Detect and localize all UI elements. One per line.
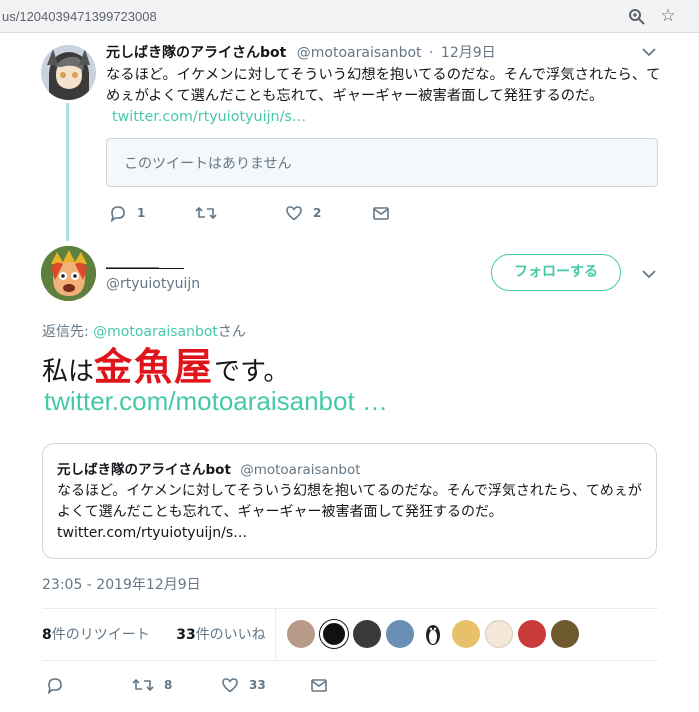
avatar-image <box>41 246 96 301</box>
quoted-display-name: 元しばき隊のアライさんbot <box>57 462 231 478</box>
tweet-link[interactable]: twitter.com/motoaraisanbot … <box>44 386 388 417</box>
liker-avatar[interactable] <box>551 620 579 648</box>
user-handle[interactable]: @rtyuiotyuijn <box>106 276 200 292</box>
quoted-tweet-text: なるほど。イケメンに対してそういう幻想を抱いてるのだな。そんで浮気されたら、てめ… <box>57 481 647 544</box>
liker-avatar[interactable] <box>419 620 447 648</box>
retweet-button[interactable] <box>195 204 217 222</box>
mail-icon <box>311 679 327 692</box>
unavailable-message: このツイートはありません <box>124 156 292 172</box>
reply-icon <box>47 678 62 694</box>
reply-suffix: さん <box>217 324 246 340</box>
retweet-icon <box>132 678 154 692</box>
reply-button[interactable] <box>46 676 64 694</box>
unavailable-tweet-card: このツイートはありません <box>106 138 658 187</box>
display-name[interactable]: 元しばき隊のアライさんbot <box>106 45 286 61</box>
tweet-text-red: 金魚屋 <box>94 345 215 389</box>
tweet-link[interactable]: twitter.com/rtyuiotyuijn/s… <box>112 109 306 125</box>
liker-avatar[interactable] <box>287 620 315 648</box>
tweet-text-part1: 私は <box>42 357 95 387</box>
url-field[interactable]: us/1204039471399723008 ☆ <box>0 2 688 30</box>
divider <box>42 660 658 661</box>
likes-label: 件のいいね <box>195 627 266 643</box>
avatar[interactable] <box>41 246 96 301</box>
penguin-icon <box>426 625 440 645</box>
heart-icon <box>286 206 302 221</box>
retweet-icon <box>195 206 217 220</box>
reply-button[interactable]: 1 <box>109 204 145 222</box>
heart-icon <box>222 678 238 693</box>
quoted-body-text: なるほど。イケメンに対してそういう幻想を抱いてるのだな。そんで浮気されたら、てめ… <box>57 483 642 520</box>
retweet-count: 8 <box>164 678 173 692</box>
quoted-tweet-header: 元しばき隊のアライさんbot @motoaraisanbot <box>57 458 361 478</box>
display-name[interactable]: ＿＿＿＿＿ <box>106 255 184 270</box>
likes-stat[interactable]: 33件のいいね <box>176 627 265 643</box>
tweet-stats: 8件のリツイート 33件のいいね <box>42 624 266 644</box>
tweet-text-part2: です。 <box>214 357 290 387</box>
replying-to: 返信先: @motoaraisanbotさん <box>42 321 246 341</box>
liker-avatar[interactable] <box>320 620 348 648</box>
zoom-icon[interactable] <box>628 8 646 26</box>
reply-icon <box>110 206 125 222</box>
reply-count: 1 <box>137 206 146 220</box>
user-handle[interactable]: @motoaraisanbot <box>297 45 422 61</box>
like-button[interactable]: 33 <box>221 676 266 694</box>
tweet-header: 元しばき隊のアライさんbot @motoaraisanbot · 12月9日 <box>106 42 496 62</box>
divider <box>42 608 658 609</box>
address-bar: us/1204039471399723008 ☆ <box>0 0 699 33</box>
dm-button[interactable] <box>310 676 328 694</box>
thread-line <box>66 103 69 241</box>
liker-avatar[interactable] <box>485 620 513 648</box>
liker-avatar[interactable] <box>386 620 414 648</box>
quoted-link: twitter.com/rtyuiotyuijn/s… <box>57 525 248 541</box>
like-count: 33 <box>249 678 266 692</box>
avatar[interactable] <box>41 45 96 100</box>
display-name-text[interactable]: ＿＿＿＿＿ <box>106 251 159 270</box>
avatar-image <box>41 45 96 100</box>
quoted-tweet-card[interactable]: 元しばき隊のアライさんbot @motoaraisanbot なるほど。イケメン… <box>42 443 657 559</box>
quoted-user-handle: @motoaraisanbot <box>240 462 361 478</box>
retweets-number: 8 <box>42 627 52 643</box>
follow-button[interactable]: フォローする <box>491 254 621 291</box>
liker-avatar[interactable] <box>452 620 480 648</box>
tweet-date[interactable]: 12月9日 <box>441 45 496 61</box>
likes-number: 33 <box>176 627 196 643</box>
separator-dot: · <box>429 45 434 61</box>
like-button[interactable]: 2 <box>285 204 321 222</box>
tweet-body-text: なるほど。イケメンに対してそういう幻想を抱いてるのだな。そんで浮気されたら、てめ… <box>106 67 661 104</box>
liker-avatar[interactable] <box>518 620 546 648</box>
bookmark-star-icon[interactable]: ☆ <box>658 6 678 26</box>
url-text[interactable]: us/1204039471399723008 <box>2 9 157 24</box>
reply-handle-link[interactable]: @motoaraisanbot <box>93 324 218 340</box>
retweet-button[interactable]: 8 <box>132 676 172 694</box>
reply-prefix: 返信先: <box>42 324 94 340</box>
retweets-stat[interactable]: 8件のリツイート <box>42 627 150 643</box>
tweet-text: なるほど。イケメンに対してそういう幻想を抱いてるのだな。そんで浮気されたら、てめ… <box>106 65 666 128</box>
tweet-timestamp[interactable]: 23:05 - 2019年12月9日 <box>42 574 201 594</box>
like-count: 2 <box>313 206 322 220</box>
mail-icon <box>373 207 389 220</box>
liker-avatar[interactable] <box>353 620 381 648</box>
dm-button[interactable] <box>372 204 390 222</box>
chevron-down-icon[interactable] <box>641 46 657 58</box>
retweets-label: 件のリツイート <box>51 627 150 643</box>
stats-divider <box>275 608 276 660</box>
chevron-down-icon[interactable] <box>641 268 657 280</box>
